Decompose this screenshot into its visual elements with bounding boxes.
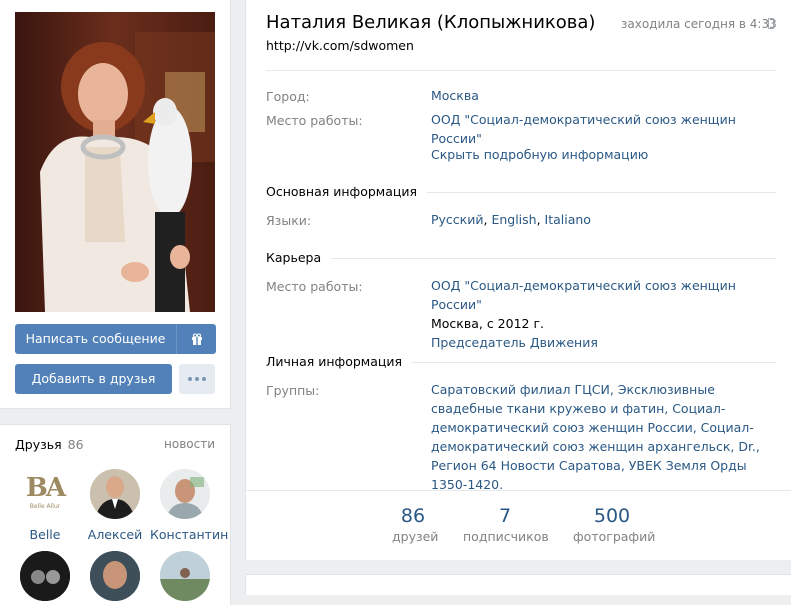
friend-name: Константин (150, 527, 229, 542)
friend-photo-image (160, 469, 210, 519)
friend-item[interactable]: Константин (150, 469, 229, 542)
language-link[interactable]: English (491, 212, 536, 227)
groups-list[interactable]: Саратовский филиал ГЦСИ, Эксклюзивные св… (431, 380, 776, 494)
friends-count: 86 (67, 437, 84, 452)
friend-name: Алексей (87, 527, 143, 542)
friend-avatar: BA Belle Allur (20, 469, 70, 519)
divider (266, 70, 776, 71)
send-message-label: Написать сообщение (25, 331, 166, 346)
counter-friends[interactable]: 86 друзей (392, 505, 439, 544)
friend-avatar (20, 551, 70, 601)
friend-photo-image (20, 551, 70, 601)
send-message-button[interactable]: Написать сообщение (15, 324, 176, 354)
counter-photos[interactable]: 500 фотографий (573, 505, 656, 544)
groups-label: Группы: (266, 383, 320, 398)
counter-label: фотографий (573, 529, 656, 544)
hide-details-link[interactable]: Скрыть подробную информацию (431, 145, 781, 164)
add-friend-label: Добавить в друзья (31, 371, 156, 386)
friends-title: Друзья (15, 437, 62, 452)
career-period: Москва, с 2012 г. (431, 316, 545, 331)
language-link[interactable]: Русский (431, 212, 483, 227)
career-position-link[interactable]: Председатель Движения (431, 333, 781, 352)
languages-label: Языки: (266, 213, 312, 228)
status-text[interactable]: http://vk.com/sdwomen (266, 38, 414, 53)
friend-photo-image (90, 469, 140, 519)
section-title-personal: Личная информация (266, 354, 413, 369)
counter-value: 86 (400, 505, 426, 527)
friend-item[interactable] (10, 551, 80, 601)
section-divider (266, 258, 776, 259)
friend-avatar (160, 469, 210, 519)
add-friend-button[interactable]: Добавить в друзья (15, 364, 172, 394)
profile-avatar-card: Написать сообщение Добавить в друзья (0, 0, 231, 409)
career-org-link[interactable]: ООД "Социал-демократический союз женщин … (431, 276, 781, 314)
counter-value: 7 (498, 505, 512, 527)
gift-icon (191, 333, 202, 345)
mobile-icon (768, 18, 774, 29)
section-title-main: Основная информация (266, 184, 428, 199)
friend-avatar (90, 469, 140, 519)
more-dot-icon (195, 377, 199, 381)
profile-info-card: Наталия Великая (Клопыжникова) заходила … (245, 0, 791, 560)
career-details: ООД "Социал-демократический союз женщин … (431, 276, 781, 352)
friends-header[interactable]: Друзья 86 (15, 437, 84, 452)
more-dot-icon (188, 377, 192, 381)
friend-item[interactable]: Алексей (80, 469, 150, 542)
career-work-label: Место работы: (266, 279, 363, 294)
work-link[interactable]: ООД "Социал-демократический союз женщин … (431, 110, 781, 148)
friends-block: Друзья 86 новости BA Belle Allur Belle Ал… (0, 424, 231, 605)
more-actions-button[interactable] (179, 364, 215, 394)
languages-list: Русский, English, Italiano (431, 212, 591, 227)
page-title: Наталия Великая (Клопыжникова) (266, 12, 596, 33)
more-dot-icon (202, 377, 206, 381)
friend-avatar (90, 551, 140, 601)
section-title-career: Карьера (266, 250, 332, 265)
online-status: заходила сегодня в 4:33 (621, 17, 777, 31)
profile-counters: 86 друзей 7 подписчиков 500 фотографий (246, 490, 791, 561)
friend-photo-image (160, 551, 210, 601)
profile-photo-image (15, 12, 215, 312)
friend-photo-image (90, 551, 140, 601)
work-label: Место работы: (266, 113, 363, 128)
friend-name: Belle (29, 527, 61, 542)
friend-avatar (160, 551, 210, 601)
send-gift-button[interactable] (176, 324, 216, 354)
next-block (245, 574, 791, 595)
profile-photo[interactable] (15, 12, 215, 312)
friend-item[interactable] (150, 551, 220, 601)
language-link[interactable]: Italiano (545, 212, 591, 227)
city-label: Город: (266, 89, 310, 104)
counter-value: 500 (593, 505, 631, 527)
counter-followers[interactable]: 7 подписчиков (463, 505, 549, 544)
friends-news-link[interactable]: новости (164, 437, 215, 451)
belle-logo-subtext: Belle Allur (29, 503, 61, 510)
counter-label: друзей (392, 529, 439, 544)
friend-item[interactable]: BA Belle Allur Belle (10, 469, 80, 542)
counter-label: подписчиков (463, 529, 549, 544)
city-link[interactable]: Москва (431, 86, 781, 105)
belle-logo-text: BA (25, 473, 66, 503)
friend-item[interactable] (80, 551, 150, 601)
